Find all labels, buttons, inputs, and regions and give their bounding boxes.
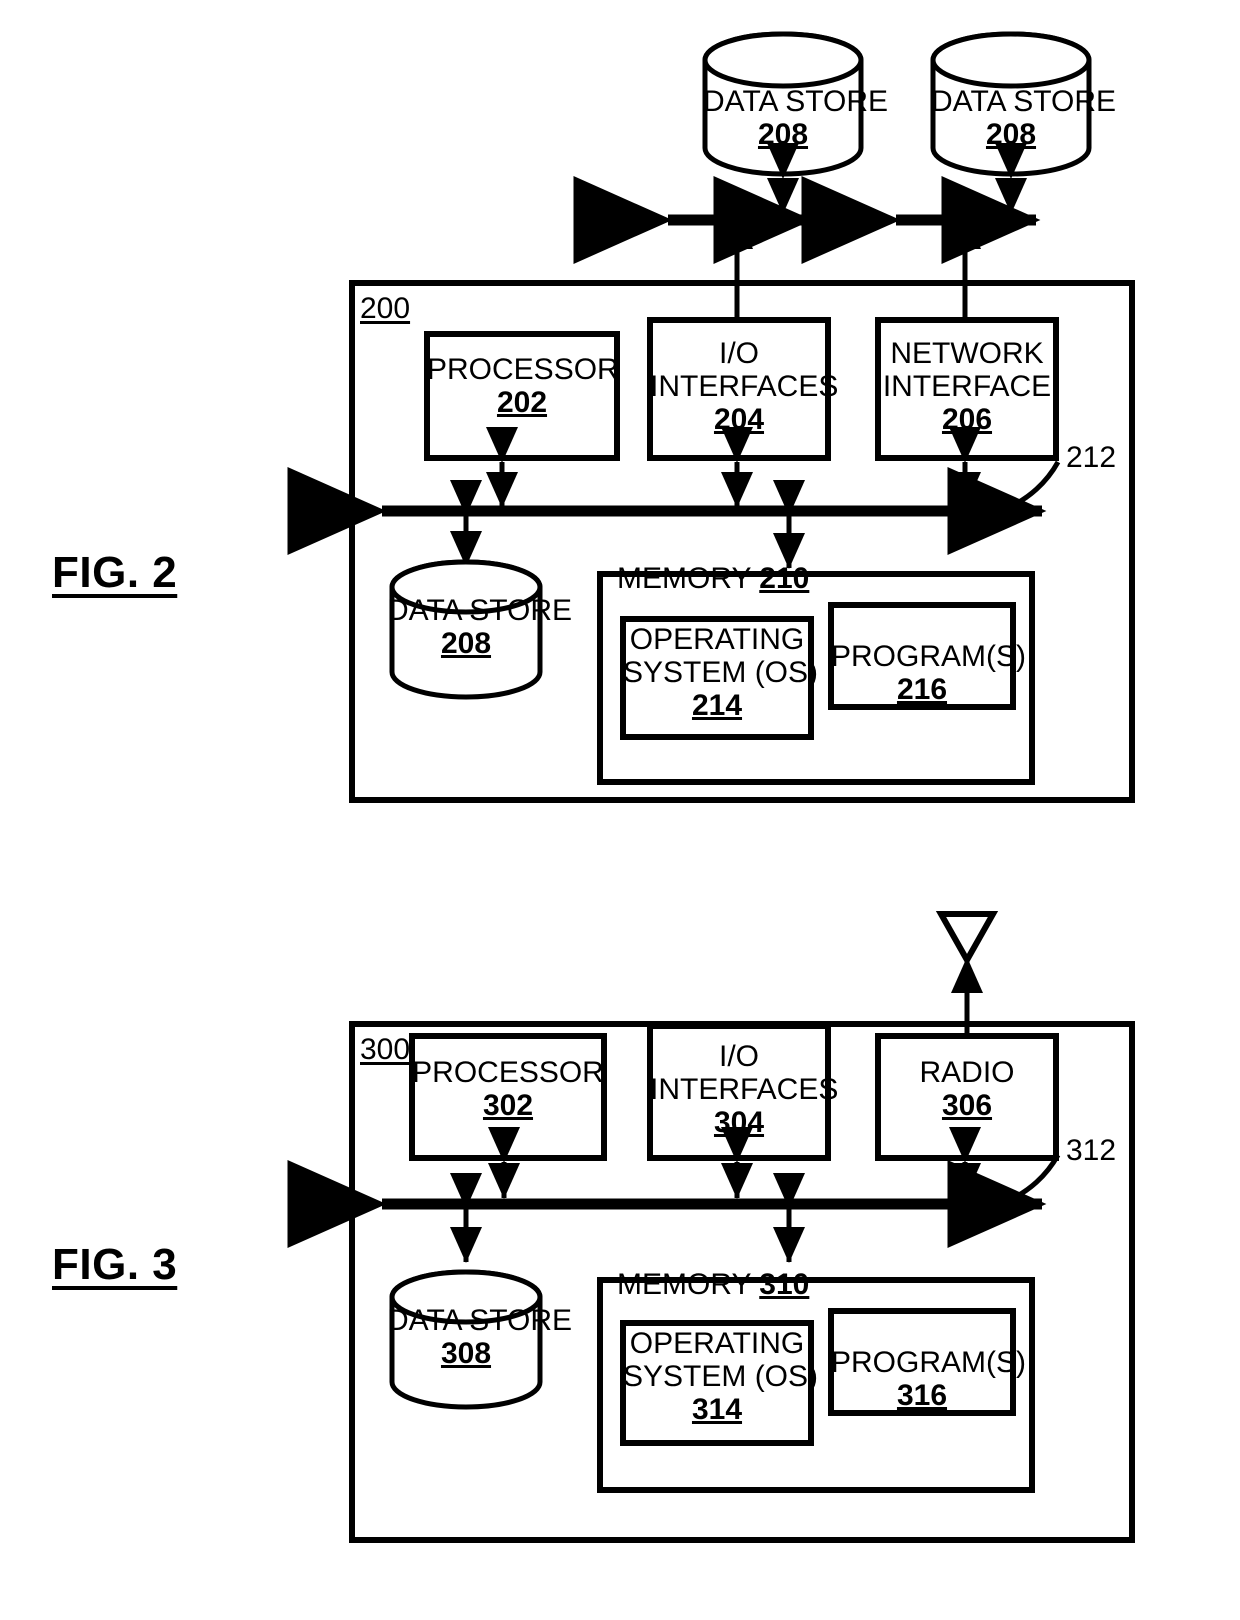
fig2-memory-title-row: MEMORY 210 bbox=[617, 562, 809, 596]
fig3-internal-datastore: DATA STORE 308 bbox=[387, 1304, 573, 1370]
fig3-processor-label: PROCESSOR bbox=[412, 1056, 604, 1089]
fig2-programs-block: PROGRAM(S) 216 bbox=[831, 640, 1026, 706]
fig2-processor-ref: 202 bbox=[496, 386, 548, 419]
fig3-operating-system-ref: 314 bbox=[691, 1393, 743, 1426]
fig3-bus-ref: 312 bbox=[1066, 1134, 1117, 1167]
fig2-processor-block: PROCESSOR 202 bbox=[427, 353, 619, 419]
fig3-programs-block: PROGRAM(S) 316 bbox=[831, 1346, 1026, 1412]
fig2-bus-ref: 212 bbox=[1066, 441, 1117, 474]
figure-3-label: FIG. 3 bbox=[52, 1240, 178, 1289]
fig3-io-interfaces-label-line2: INTERFACES bbox=[650, 1073, 839, 1106]
patent-drawing-sheet: FIG. 2 200 212 DATA STORE 208 DATA STORE… bbox=[0, 0, 1240, 1620]
figure-2-label: FIG. 2 bbox=[52, 548, 178, 597]
fig2-programs-ref: 216 bbox=[896, 673, 948, 706]
fig3-io-interfaces-block: I/O INTERFACES 304 bbox=[650, 1040, 839, 1139]
fig2-internal-datastore-ref: 208 bbox=[440, 627, 492, 660]
fig2-memory-title: MEMORY bbox=[617, 562, 760, 595]
fig3-io-interfaces-ref: 304 bbox=[713, 1106, 765, 1139]
fig3-radio-block: RADIO 306 bbox=[878, 1056, 1056, 1122]
fig3-radio-label: RADIO bbox=[919, 1056, 1015, 1089]
fig2-network-interface-ref: 206 bbox=[941, 403, 993, 436]
fig2-operating-system-label-line1: OPERATING bbox=[629, 623, 805, 656]
fig2-external-datastore-2: DATA STORE 208 bbox=[931, 85, 1117, 151]
fig2-operating-system-block: OPERATING SYSTEM (OS) 214 bbox=[623, 623, 819, 722]
fig2-io-interfaces-label-line2: INTERFACES bbox=[650, 370, 839, 403]
fig3-radio-ref: 306 bbox=[941, 1089, 993, 1122]
fig2-processor-label: PROCESSOR bbox=[427, 353, 619, 386]
fig2-programs-label: PROGRAM(S) bbox=[831, 640, 1026, 673]
fig2-network-interface-block: NETWORK INTERFACE 206 bbox=[878, 337, 1056, 436]
fig2-external-datastore-1-ref: 208 bbox=[757, 118, 809, 151]
fig2-external-datastore-2-title: DATA STORE bbox=[931, 85, 1117, 118]
fig3-processor-block: PROCESSOR 302 bbox=[412, 1056, 604, 1122]
fig3-programs-label: PROGRAM(S) bbox=[831, 1346, 1026, 1379]
fig2-network-interface-label-line1: NETWORK bbox=[890, 337, 1044, 370]
fig3-memory-title-row: MEMORY 310 bbox=[617, 1268, 809, 1302]
fig2-system-ref: 200 bbox=[360, 292, 411, 325]
fig2-internal-datastore: DATA STORE 208 bbox=[387, 594, 573, 660]
fig2-io-interfaces-ref: 204 bbox=[713, 403, 765, 436]
fig3-memory-title: MEMORY bbox=[617, 1268, 760, 1301]
fig2-external-datastore-1-title: DATA STORE bbox=[703, 85, 889, 118]
fig2-memory-ref: 210 bbox=[759, 562, 810, 595]
fig3-processor-ref: 302 bbox=[482, 1089, 534, 1122]
diagram-linework bbox=[287, 31, 1135, 1543]
fig3-internal-datastore-title: DATA STORE bbox=[387, 1304, 573, 1337]
fig2-internal-datastore-title: DATA STORE bbox=[387, 594, 573, 627]
fig3-antenna-shape bbox=[935, 911, 999, 967]
fig2-external-datastore-1: DATA STORE 208 bbox=[703, 85, 889, 151]
fig3-programs-ref: 316 bbox=[896, 1379, 948, 1412]
fig3-operating-system-block: OPERATING SYSTEM (OS) 314 bbox=[623, 1327, 819, 1426]
fig2-io-interfaces-label-line1: I/O bbox=[718, 337, 759, 370]
fig3-system-ref: 300 bbox=[360, 1033, 411, 1066]
fig2-operating-system-label-line2: SYSTEM (OS) bbox=[623, 656, 819, 689]
fig2-external-datastore-2-ref: 208 bbox=[985, 118, 1037, 151]
fig3-memory-ref: 310 bbox=[759, 1268, 810, 1301]
fig2-network-interface-label-line2: INTERFACE bbox=[882, 370, 1052, 403]
fig3-linework bbox=[287, 911, 1135, 1543]
fig3-operating-system-label-line2: SYSTEM (OS) bbox=[623, 1360, 819, 1393]
fig2-io-interfaces-block: I/O INTERFACES 204 bbox=[650, 337, 839, 436]
fig3-io-interfaces-label-line1: I/O bbox=[718, 1040, 759, 1073]
fig3-operating-system-label-line1: OPERATING bbox=[629, 1327, 805, 1360]
fig2-operating-system-ref: 214 bbox=[691, 689, 743, 722]
fig3-internal-datastore-ref: 308 bbox=[440, 1337, 492, 1370]
